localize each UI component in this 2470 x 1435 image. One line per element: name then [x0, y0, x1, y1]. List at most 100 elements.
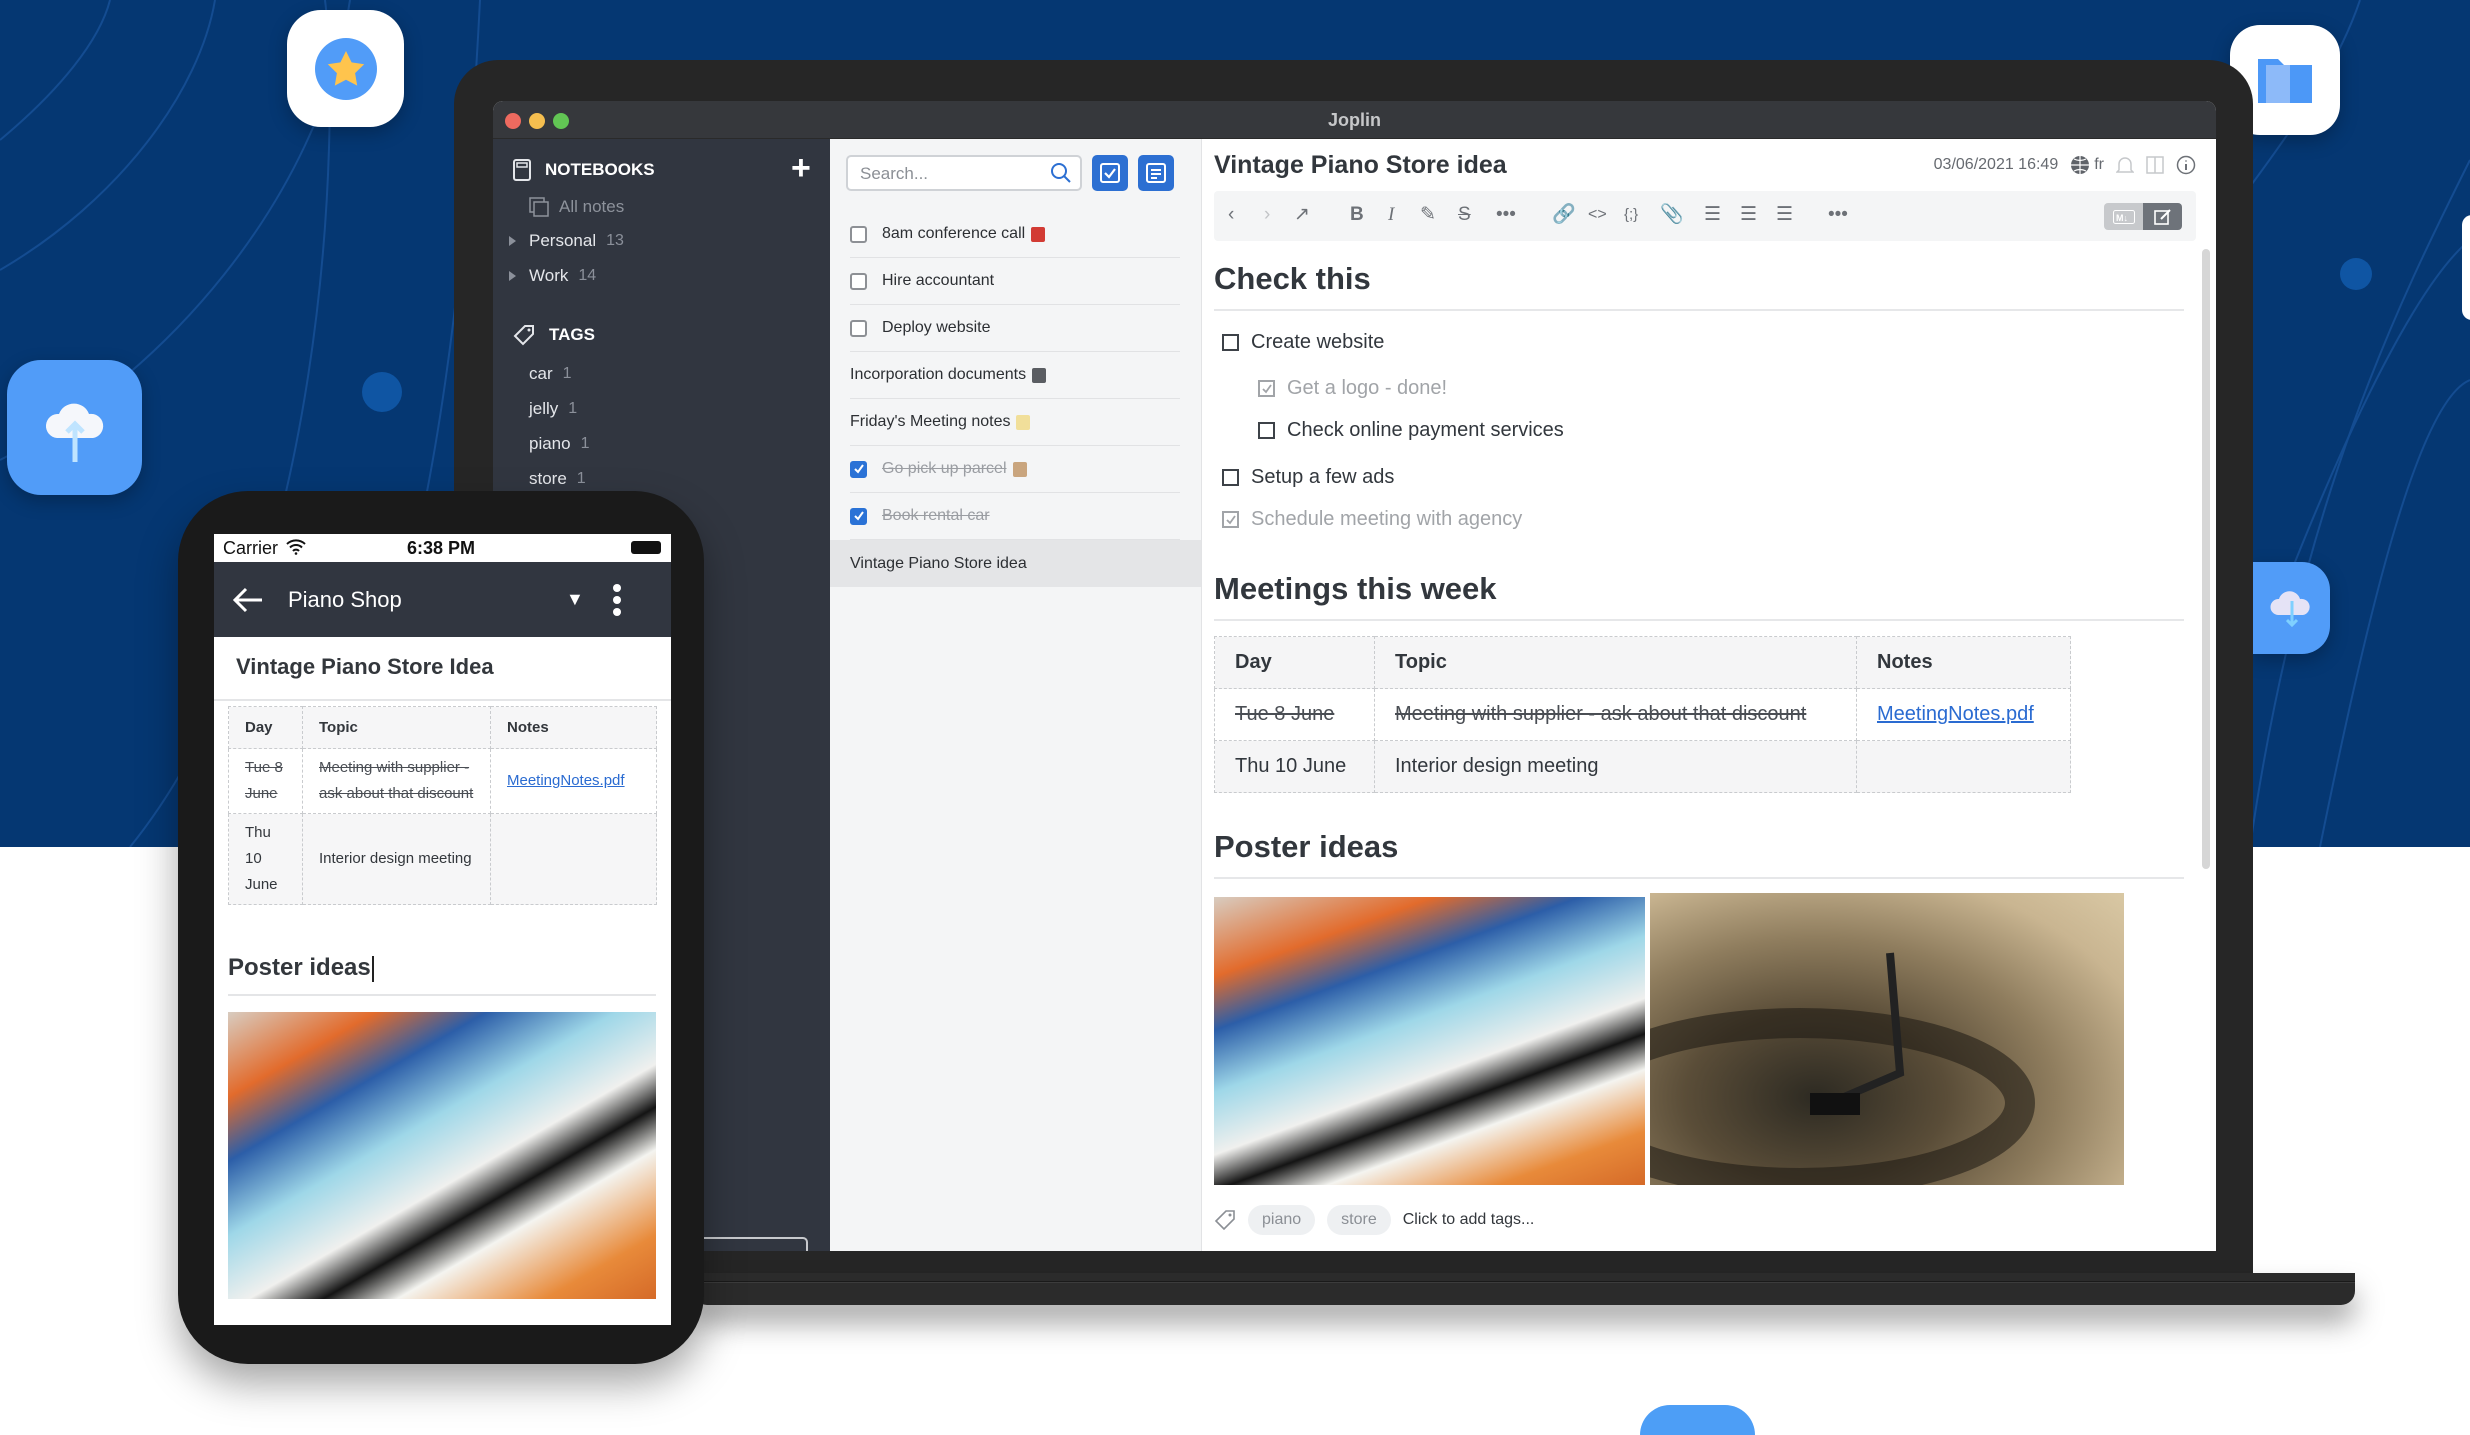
note-editor: Vintage Piano Store idea 03/06/2021 16:4… — [1202, 139, 2216, 1251]
checkbox[interactable] — [1222, 469, 1239, 486]
bold-icon[interactable]: B — [1350, 203, 1364, 227]
highlight-icon[interactable]: ✎ — [1420, 203, 1436, 227]
globe-icon — [2071, 156, 2090, 174]
piano-keyboard-image[interactable] — [1214, 897, 1645, 1185]
heading-check-this: Check this — [1214, 261, 1371, 296]
rich-text-mode-icon[interactable] — [2143, 203, 2182, 230]
more-formatting-icon[interactable]: ••• — [1496, 203, 1516, 227]
phone-poster-heading[interactable]: Poster ideas — [228, 954, 374, 982]
todo-checkbox[interactable] — [850, 225, 867, 243]
checklist-item[interactable]: Setup a few ads — [1222, 466, 1394, 489]
note-icon — [1146, 163, 1166, 183]
editor-mode-toggle[interactable]: M↓ — [2104, 203, 2182, 230]
sidebar-item-all-notes[interactable]: All notes — [529, 197, 624, 217]
note-list-item[interactable]: Hire accountant — [850, 258, 1180, 305]
checkbox-checked[interactable] — [1258, 380, 1275, 397]
editor-toolbar: ‹ › ↗ B I ✎ S ••• 🔗 <> {;} 📎 ☰ ☰ ☰ ••• M… — [1214, 191, 2196, 241]
joplin-desktop-window: Joplin NOTEBOOKS + All notes Personal 13 … — [493, 101, 2216, 1251]
attachment-link[interactable]: MeetingNotes.pdf — [507, 772, 625, 789]
sidebar-item-personal[interactable]: Personal 13 — [509, 231, 624, 251]
column-header: Topic — [302, 706, 491, 749]
phone-screen: Carrier 6:38 PM Piano Shop ▼ Vintage Pia… — [214, 534, 671, 1325]
expand-caret-icon[interactable] — [509, 271, 516, 281]
attachment-link[interactable]: MeetingNotes.pdf — [1877, 703, 2034, 725]
phone-note-title: Vintage Piano Store Idea — [236, 654, 494, 679]
back-icon[interactable]: ‹ — [1228, 203, 1234, 227]
divider — [228, 994, 656, 996]
link-icon[interactable]: 🔗 — [1552, 203, 1576, 227]
notebook-label: Personal — [529, 231, 597, 250]
tag-count: 1 — [576, 470, 586, 487]
new-todo-button[interactable] — [1092, 155, 1128, 191]
alarm-bell-icon[interactable] — [2116, 155, 2134, 175]
note-list-item-selected[interactable]: Vintage Piano Store idea — [830, 540, 1201, 587]
new-note-button[interactable] — [1138, 155, 1174, 191]
sidebar-tag-piano[interactable]: piano 1 — [529, 434, 590, 454]
editor-scrollbar[interactable] — [2202, 249, 2210, 869]
text-cursor — [371, 955, 374, 982]
note-list-item[interactable]: Incorporation documents — [850, 352, 1180, 399]
markdown-mode-icon[interactable]: M↓ — [2104, 203, 2143, 230]
note-list-item[interactable]: Book rental car — [850, 493, 1180, 540]
todo-checkbox-checked[interactable] — [850, 460, 867, 478]
back-arrow-icon[interactable] — [232, 587, 264, 613]
search-placeholder: Search... — [860, 164, 929, 183]
todo-checkbox[interactable] — [850, 272, 867, 290]
phone-frame: Carrier 6:38 PM Piano Shop ▼ Vintage Pia… — [178, 491, 704, 1364]
tag-pill[interactable]: piano — [1248, 1205, 1316, 1235]
note-list-panel: Search... 8am conference call Hire accou… — [830, 139, 1202, 1251]
numbered-list-icon[interactable]: ☰ — [1740, 203, 1757, 227]
checklist-icon[interactable]: ☰ — [1776, 203, 1793, 227]
expand-caret-icon[interactable] — [509, 236, 516, 246]
code-block-icon[interactable]: {;} — [1624, 203, 1638, 227]
record-player-image[interactable] — [1650, 893, 2124, 1185]
checklist-item[interactable]: Schedule meeting with agency — [1222, 508, 1522, 531]
note-list-item[interactable]: Friday's Meeting notes — [850, 399, 1180, 446]
bullet-list-icon[interactable]: ☰ — [1704, 203, 1721, 227]
inline-code-icon[interactable]: <> — [1588, 203, 1607, 227]
checkbox[interactable] — [1258, 422, 1275, 439]
checkbox-checked[interactable] — [1222, 511, 1239, 528]
layout-toggle-icon[interactable] — [2146, 156, 2164, 174]
tags-label: TAGS — [549, 325, 595, 344]
italic-icon[interactable]: I — [1388, 203, 1394, 227]
notebooks-header[interactable]: NOTEBOOKS — [513, 159, 655, 181]
tags-header[interactable]: TAGS — [513, 324, 595, 346]
table-cell-topic: Meeting with supplier - ask about that d… — [319, 759, 474, 802]
todo-checkbox-checked[interactable] — [850, 507, 867, 525]
search-input[interactable]: Search... — [846, 155, 1082, 191]
checklist-item[interactable]: Get a logo - done! — [1258, 377, 1447, 400]
info-icon[interactable] — [2176, 155, 2196, 175]
more-options-icon[interactable]: ••• — [1828, 203, 1848, 227]
note-body[interactable]: Check this Create website Get a logo - d… — [1214, 241, 2184, 1251]
column-header: Topic — [1374, 636, 1857, 689]
search-icon[interactable] — [1050, 162, 1072, 184]
checkbox[interactable] — [1222, 334, 1239, 351]
note-title: Incorporation documents — [850, 366, 1027, 383]
attachment-icon[interactable]: 📎 — [1660, 203, 1684, 227]
checklist-item[interactable]: Check online payment services — [1258, 419, 1564, 442]
forward-icon[interactable]: › — [1264, 203, 1270, 227]
piano-keyboard-image[interactable] — [228, 1012, 656, 1299]
note-list-item[interactable]: Go pick up parcel — [850, 446, 1180, 493]
more-vertical-icon[interactable] — [612, 583, 622, 617]
sidebar-tag-car[interactable]: car 1 — [529, 364, 572, 384]
checklist-item[interactable]: Create website — [1222, 331, 1384, 354]
tag-icon[interactable] — [1214, 1209, 1236, 1231]
sidebar-tag-jelly[interactable]: jelly 1 — [529, 399, 577, 419]
strikethrough-icon[interactable]: S — [1458, 203, 1471, 227]
tag-pill[interactable]: store — [1327, 1205, 1391, 1235]
partial-icon-edge — [2462, 215, 2470, 320]
sidebar-tag-store[interactable]: store 1 — [529, 469, 586, 489]
external-edit-icon[interactable]: ↗ — [1294, 203, 1310, 227]
todo-checkbox[interactable] — [850, 319, 867, 337]
note-list-item[interactable]: 8am conference call — [850, 211, 1180, 258]
add-notebook-button[interactable]: + — [791, 149, 811, 188]
spellcheck-language-button[interactable]: fr — [2070, 155, 2104, 175]
sidebar-item-work[interactable]: Work 14 — [509, 266, 596, 286]
favorites-app-icon — [287, 10, 404, 127]
dropdown-caret-icon[interactable]: ▼ — [566, 589, 584, 610]
note-title-input[interactable]: Vintage Piano Store idea — [1214, 151, 1507, 180]
note-list-item[interactable]: Deploy website — [850, 305, 1180, 352]
add-tags-button[interactable]: Click to add tags... — [1403, 1211, 1535, 1229]
